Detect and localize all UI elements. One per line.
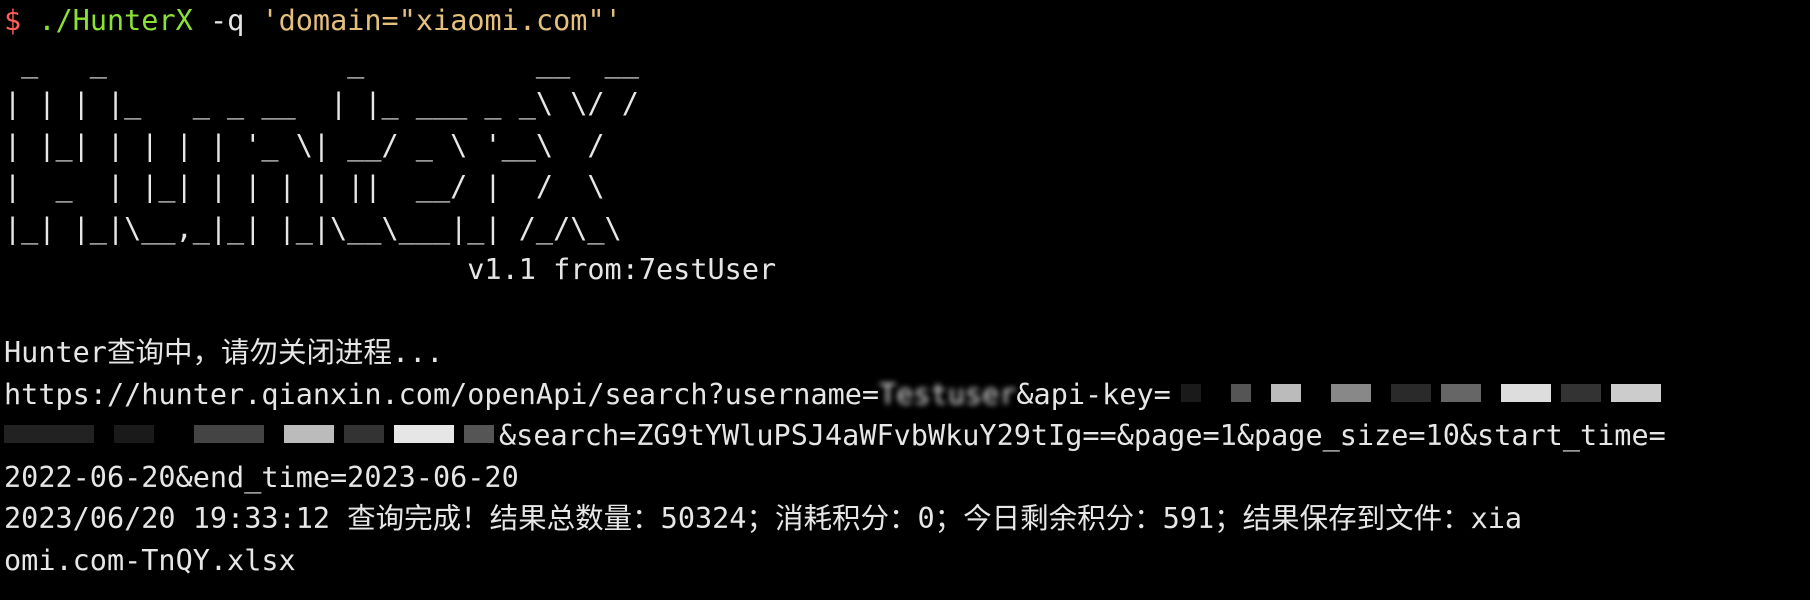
api-key-redacted — [1171, 383, 1671, 408]
url-prefix: https://hunter.qianxin.com/openApi/searc… — [4, 377, 880, 411]
ascii-banner-line-4: | _ | |_| | | | | || __/ | / \ — [4, 170, 605, 203]
command-flag: -q — [209, 4, 245, 37]
url-search-params: &search=ZG9tYWluPSJ4aWFvbWkuY29tIg==&pag… — [499, 419, 1666, 452]
request-url-line-3: 2022-06-20&end_time=2023-06-20 — [4, 460, 519, 494]
redaction-mosaic-2 — [4, 425, 494, 443]
request-url-line-2: &search=ZG9tYWluPSJ4aWFvbWkuY29tIg==&pag… — [4, 415, 1810, 457]
ascii-banner-line-5: |_| |_|\__,_|_| |_|\__\___|_| /_/\_\ — [4, 211, 622, 245]
terminal-window[interactable]: $ ./HunterX -q 'domain="xiaomi.com"' _ _… — [0, 0, 1810, 600]
command-argument: 'domain="xiaomi.com"' — [261, 4, 622, 37]
request-url-line-1: https://hunter.qianxin.com/openApi/searc… — [4, 374, 1810, 416]
url-api-key-label: &api-key= — [1016, 377, 1171, 411]
version-line: v1.1 from:7estUser — [4, 253, 777, 286]
status-line: Hunter查询中，请勿关闭进程... — [4, 336, 444, 369]
result-line-2: omi.com-TnQY.xlsx — [4, 543, 296, 577]
ascii-banner-line-3: | |_| | | | | '_ \| __/ _ \ '__\ / — [4, 128, 605, 162]
redaction-mosaic — [1180, 383, 1661, 402]
prompt-symbol: $ — [4, 4, 22, 37]
ascii-banner-line-2: | | | |_ _ _ __ | |_ ___ _ _\ \/ / — [4, 87, 639, 120]
command-line: $ ./HunterX -q 'domain="xiaomi.com"' — [4, 0, 1810, 42]
api-key-redacted-continued — [4, 425, 499, 449]
result-line-1: 2023/06/20 19:33:12 查询完成！结果总数量：50324；消耗积… — [4, 502, 1523, 535]
url-username-redacted: Testuser — [879, 377, 1017, 411]
command-name: ./HunterX — [38, 4, 193, 37]
ascii-banner-line-1: _ _ _ __ __ — [4, 45, 639, 79]
